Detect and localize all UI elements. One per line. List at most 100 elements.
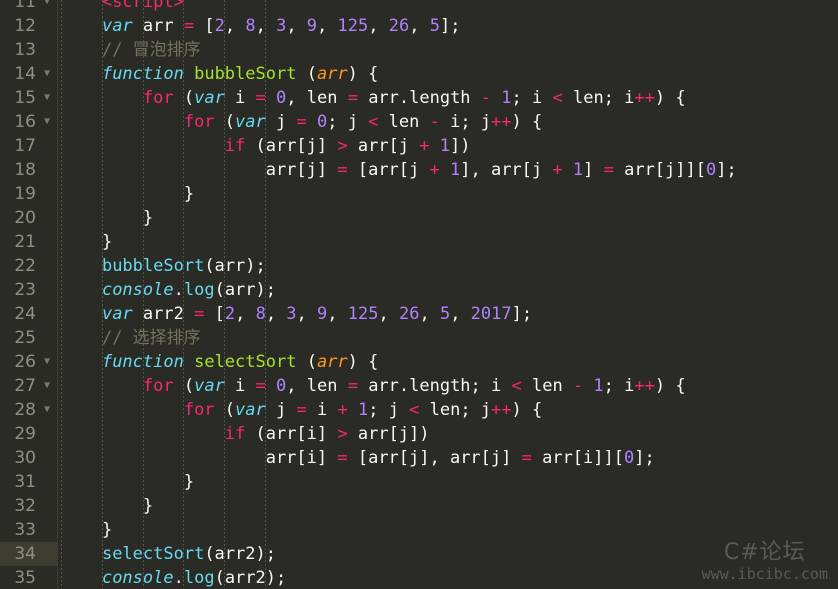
code-line-28[interactable]: for (var j = i + 1; j < len; j++) { xyxy=(57,398,838,422)
code-line-20[interactable]: } xyxy=(57,206,838,230)
code-line-19[interactable]: } xyxy=(57,182,838,206)
token-plain: , xyxy=(224,16,246,36)
code-line-17[interactable]: if (arr[j] > arr[j + 1]) xyxy=(57,134,838,158)
code-line-text: for (var i = 0, len = arr.length - 1; i … xyxy=(61,86,686,110)
code-line-35[interactable]: console.log(arr2); xyxy=(57,566,838,589)
token-number: 3 xyxy=(276,16,287,36)
gutter-row-18[interactable]: 18 xyxy=(0,158,57,182)
gutter-row-11[interactable]: 11 ▼ xyxy=(0,0,57,14)
code-content-area[interactable]: <script> var arr = [2, 8, 3, 9, 125, 26,… xyxy=(57,0,838,589)
gutter-row-33[interactable]: 33 xyxy=(0,518,57,542)
token-plain: , xyxy=(317,16,338,36)
code-line-31[interactable]: } xyxy=(57,470,838,494)
gutter-row-14[interactable]: 14 ▼ xyxy=(0,62,57,86)
code-line-12[interactable]: var arr = [2, 8, 3, 9, 125, 26, 5]; xyxy=(57,14,838,38)
gutter-row-25[interactable]: 25 xyxy=(0,326,57,350)
token-object: console xyxy=(101,280,174,300)
code-line-text: arr[j] = [arr[j + 1], arr[j + 1] = arr[j… xyxy=(61,158,737,182)
code-line-text: arr[i] = [arr[j], arr[j] = arr[i]][0]; xyxy=(61,446,655,470)
code-line-15[interactable]: for (var i = 0, len = arr.length - 1; i … xyxy=(57,86,838,110)
gutter-row-26[interactable]: 26 ▼ xyxy=(0,350,57,374)
code-line-23[interactable]: console.log(arr); xyxy=(57,278,838,302)
code-line-13[interactable]: // 冒泡排序 xyxy=(57,38,838,62)
code-line-text: for (var j = 0; j < len - i; j++) { xyxy=(61,110,542,134)
gutter-row-34[interactable]: 34 xyxy=(0,542,57,566)
code-line-34[interactable]: selectSort(arr2); xyxy=(57,542,838,566)
code-line-16[interactable]: for (var j = 0; j < len - i; j++) { xyxy=(57,110,838,134)
gutter-row-28[interactable]: 28 ▼ xyxy=(0,398,57,422)
code-line-22[interactable]: bubbleSort(arr); xyxy=(57,254,838,278)
gutter-row-20[interactable]: 20 xyxy=(0,206,57,230)
token-plain: , xyxy=(450,304,471,324)
token-operator: ++ xyxy=(491,400,512,420)
token-number: 9 xyxy=(317,304,328,324)
fold-arrow-icon[interactable]: ▼ xyxy=(40,350,54,374)
fold-arrow-icon[interactable]: ▼ xyxy=(40,110,54,134)
line-number: 13 xyxy=(14,40,36,60)
code-line-26[interactable]: function selectSort (arr) { xyxy=(57,350,838,374)
line-number: 21 xyxy=(14,232,36,252)
fold-arrow-icon[interactable]: ▼ xyxy=(40,86,54,110)
gutter-row-15[interactable]: 15 ▼ xyxy=(0,86,57,110)
token-plain: j xyxy=(265,400,297,420)
gutter-row-19[interactable]: 19 xyxy=(0,182,57,206)
token-operator: ++ xyxy=(634,88,655,108)
token-number: 26 xyxy=(388,16,410,36)
gutter-row-12[interactable]: 12 xyxy=(0,14,57,38)
token-plain: , xyxy=(296,304,318,324)
token-plain: arr.length xyxy=(357,88,481,108)
gutter-row-30[interactable]: 30 xyxy=(0,446,57,470)
token-keyword: var xyxy=(235,112,266,132)
fold-arrow-icon[interactable]: ▼ xyxy=(40,398,54,422)
code-line-30[interactable]: arr[i] = [arr[j], arr[j] = arr[i]][0]; xyxy=(57,446,838,470)
gutter-row-27[interactable]: 27 ▼ xyxy=(0,374,57,398)
line-number-gutter[interactable]: 11 ▼ 12 13 14 ▼ 15 ▼ 16 ▼ 17 18 19 20 21 22 23 24 25 26 ▼ 27 ▼… xyxy=(0,0,58,589)
code-line-text: var arr = [2, 8, 3, 9, 125, 26, 5]; xyxy=(61,14,460,38)
token-plain: . xyxy=(173,280,184,300)
gutter-row-29[interactable]: 29 xyxy=(0,422,57,446)
token-plain: [ xyxy=(204,304,225,324)
gutter-row-22[interactable]: 22 xyxy=(0,254,57,278)
fold-arrow-icon[interactable]: ▼ xyxy=(40,62,54,86)
code-editor[interactable]: <script> var arr = [2, 8, 3, 9, 125, 26,… xyxy=(0,0,838,589)
gutter-row-21[interactable]: 21 xyxy=(0,230,57,254)
code-line-text: } xyxy=(61,182,194,206)
gutter-row-16[interactable]: 16 ▼ xyxy=(0,110,57,134)
line-number: 33 xyxy=(14,520,36,540)
fold-arrow-icon[interactable]: ▼ xyxy=(40,374,54,398)
token-operator: = xyxy=(337,448,348,468)
token-operator: ++ xyxy=(491,112,512,132)
code-line-25[interactable]: // 选择排序 xyxy=(57,326,838,350)
code-line-21[interactable]: } xyxy=(57,230,838,254)
code-line-11[interactable]: <script> xyxy=(57,0,838,14)
code-line-33[interactable]: } xyxy=(57,518,838,542)
token-plain: arr[i]][ xyxy=(531,448,624,468)
gutter-row-24[interactable]: 24 xyxy=(0,302,57,326)
code-line-14[interactable]: function bubbleSort (arr) { xyxy=(57,62,838,86)
line-number: 35 xyxy=(14,568,36,588)
gutter-row-32[interactable]: 32 xyxy=(0,494,57,518)
token-number: 125 xyxy=(347,304,379,324)
code-line-32[interactable]: } xyxy=(57,494,838,518)
token-plain: ]; xyxy=(634,448,655,468)
gutter-row-17[interactable]: 17 xyxy=(0,134,57,158)
token-number: 0 xyxy=(276,376,287,396)
fold-arrow-icon[interactable]: ▼ xyxy=(40,0,54,14)
code-line-29[interactable]: if (arr[i] > arr[j]) xyxy=(57,422,838,446)
gutter-row-23[interactable]: 23 xyxy=(0,278,57,302)
token-keyword: var xyxy=(194,88,225,108)
gutter-row-35[interactable]: 35 xyxy=(0,566,57,589)
gutter-row-13[interactable]: 13 xyxy=(0,38,57,62)
token-control: if xyxy=(224,424,246,444)
code-line-24[interactable]: var arr2 = [2, 8, 3, 9, 125, 26, 5, 2017… xyxy=(57,302,838,326)
gutter-row-31[interactable]: 31 xyxy=(0,470,57,494)
token-plain: arr[j] xyxy=(265,160,338,180)
token-plain: ( xyxy=(214,112,236,132)
code-line-18[interactable]: arr[j] = [arr[j + 1], arr[j + 1] = arr[j… xyxy=(57,158,838,182)
code-line-27[interactable]: for (var i = 0, len = arr.length; i < le… xyxy=(57,374,838,398)
